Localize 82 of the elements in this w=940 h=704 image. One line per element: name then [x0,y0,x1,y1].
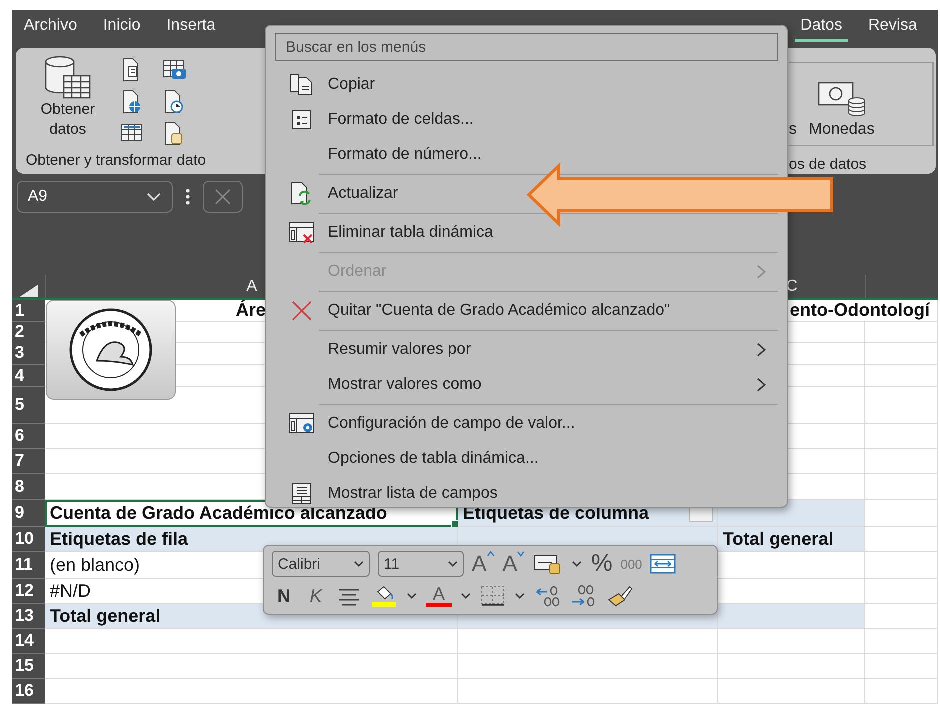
merge-center-icon[interactable] [650,553,676,575]
row-number[interactable]: 1 [12,300,45,322]
chevron-right-icon [756,377,768,393]
field-list-icon [290,482,312,506]
cancel-button[interactable] [203,181,243,214]
ribbon-tab[interactable]: Inserta [160,15,222,42]
currencies-button[interactable]: Monedas [809,80,875,139]
ribbon-tab[interactable]: Inicio [97,15,147,42]
banknote-coins-icon [816,80,867,119]
caret-up-icon [486,551,495,557]
row-number[interactable]: 4 [12,365,45,387]
menu-item[interactable]: Copiar [275,68,382,102]
grow-font-button[interactable]: A [472,551,495,577]
menu-item[interactable]: Formato de celdas... [275,103,480,137]
get-data-button[interactable]: Obtener datos [26,56,110,148]
table-cell: Total general [50,606,161,626]
ribbon-tab[interactable]: Datos [794,15,848,42]
row-number[interactable]: 15 [12,654,45,679]
caret-icon[interactable] [460,591,472,601]
menu-item[interactable]: Formato de número... [275,138,488,172]
search-field[interactable]: Buscar en los menús [275,33,778,61]
chevron-down-icon [447,560,459,568]
caret-icon[interactable] [514,591,526,601]
table-cell: #N/D [50,580,92,602]
table-cell: Total general [723,528,834,550]
row-number[interactable]: 11 [12,552,45,579]
paintbrush-icon[interactable] [606,584,634,608]
caret-down-icon [517,551,526,557]
bold-button[interactable]: N [272,586,296,606]
percent-button[interactable]: % [591,550,613,578]
row-number[interactable]: 7 [12,449,45,474]
caret-icon[interactable] [571,559,584,569]
row-number[interactable]: 2 [12,322,45,343]
fill-color-icon[interactable] [370,584,398,608]
table-cell: Áre [236,300,266,321]
format-cells-icon [290,109,312,131]
menu-item[interactable]: Mostrar valores como [275,368,778,402]
row-number[interactable]: 5 [12,387,45,424]
chevron-down-icon [146,192,162,202]
font-color-button[interactable]: A [426,585,452,607]
row-number[interactable]: 16 [12,679,45,704]
decrease-decimals-icon[interactable] [534,584,562,608]
close-icon [290,300,312,322]
row-number[interactable]: 12 [12,579,45,604]
menu-item[interactable]: Opciones de tabla dinámica... [275,442,545,476]
menu-item[interactable]: Actualizar [275,177,404,211]
name-box[interactable]: A9 [17,181,173,214]
menu-item[interactable]: Eliminar tabla dinámica [275,216,500,250]
table-cell: Cuenta de Grado Académico alcanzado [50,502,388,524]
group-label: Obtener y transformar dato [26,150,208,169]
row-number[interactable]: 10 [12,527,45,552]
table-cell: ento-Odontologí [790,300,930,321]
chevron-right-icon [756,342,768,358]
chevron-right-icon [756,264,768,280]
table-cell: Etiquetas de fila [50,528,188,550]
ribbon-tab[interactable]: Archivo [18,15,84,42]
font-size-field[interactable]: 11 [378,551,464,577]
menu-item[interactable]: Resumir valores por [275,333,778,367]
caret-icon[interactable] [406,591,418,601]
chevron-down-icon [353,560,365,568]
close-icon [213,187,233,208]
row-number[interactable]: 14 [12,629,45,654]
shrink-font-button[interactable]: A [502,551,526,577]
table-cell: Etiquetas de columna [463,502,650,524]
row-number[interactable]: 6 [12,424,45,449]
ribbon-tab[interactable]: Revisa [862,15,924,42]
more-options-icon[interactable] [185,188,191,206]
row-number[interactable]: 3 [12,342,45,365]
row-number[interactable]: 9 [12,500,45,527]
button-label: s [789,120,797,139]
select-all-icon[interactable] [18,284,40,298]
table-cell: (en blanco) [50,554,140,576]
delete-table-icon [288,221,316,245]
copy-icon [288,74,314,96]
italic-button[interactable]: K [304,586,328,606]
row-number[interactable]: 8 [12,474,45,500]
font-name-field[interactable]: Calibri [272,551,370,577]
menu-item[interactable]: Configuración de campo de valor... [275,407,582,441]
borders-icon[interactable] [480,585,506,607]
gear-table-icon [288,412,316,436]
group-label: os de datos [789,154,868,173]
row-number[interactable]: 13 [12,604,45,629]
